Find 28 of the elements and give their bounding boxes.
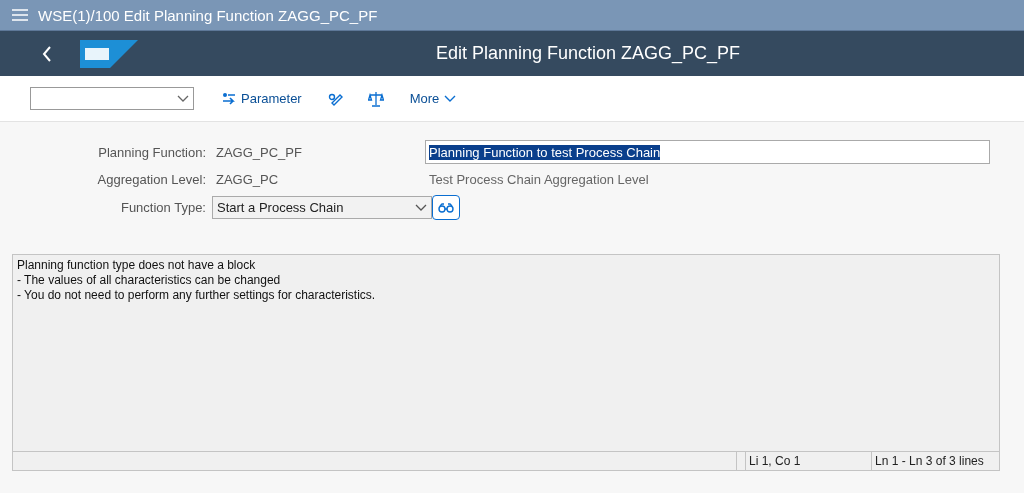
status-field: Li 1, Co 1 <box>746 452 872 470</box>
field-label: Planning Function: <box>97 144 206 160</box>
field-value: ZAGG_PC <box>216 172 280 187</box>
page-title: Edit Planning Function ZAGG_PC_PF <box>434 43 742 64</box>
command-field[interactable] <box>30 87 194 110</box>
value-help-button[interactable] <box>432 195 460 220</box>
field-label: Aggregation Level: <box>96 172 206 187</box>
window-title: WSE(1)/100 Edit Planning Function ZAGG_PC_PF <box>38 6 378 24</box>
text-line: - The values of all characteristics can be changed <box>17 273 282 288</box>
field-value: ZAGG_PC_PF <box>216 144 303 160</box>
field-label: Function Type: <box>119 200 206 215</box>
logo-icon <box>80 39 138 68</box>
more-button[interactable]: More <box>401 87 465 110</box>
chevron-down-icon <box>415 203 427 212</box>
chevron-down-icon <box>177 94 189 103</box>
binoculars-icon <box>438 202 454 213</box>
parameter-icon <box>222 91 236 106</box>
function-type-dropdown[interactable]: Start a Process Chain <box>212 196 432 219</box>
parameter-button[interactable]: Parameter <box>214 87 310 110</box>
back-icon[interactable] <box>42 45 52 62</box>
text-line: Planning function type does not have a block <box>17 258 257 273</box>
chevron-down-icon <box>444 94 457 103</box>
text-line: - You do not need to perform any further settings for characteristics. <box>17 288 377 303</box>
scales-icon <box>367 90 384 107</box>
status-field: Ln 1 - Ln 3 of 3 lines <box>872 452 999 470</box>
text-editor[interactable]: Planning function type does not have a block - The values of all characteristics can be changed - You do not need to perform any further settings for characteristics. Li 1, Co 1 Ln 1 - Ln 3 of 3 lines <box>12 254 1000 471</box>
field-description: Test Process Chain Aggregation Level <box>428 172 650 187</box>
description-field[interactable]: Planning Function to test Process Chain <box>425 140 990 164</box>
